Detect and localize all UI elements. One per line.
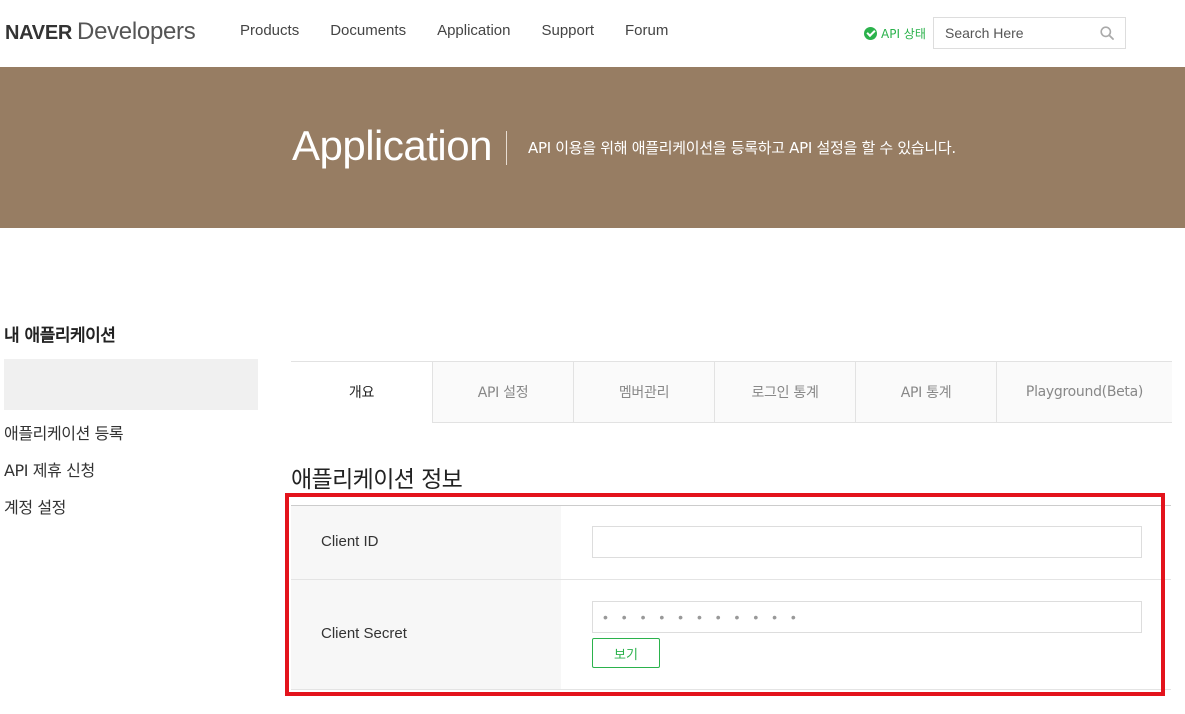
client-secret-label-cell: Client Secret bbox=[291, 580, 561, 689]
nav-products[interactable]: Products bbox=[240, 22, 299, 39]
search-input[interactable] bbox=[934, 18, 1094, 48]
logo-developers-text: Developers bbox=[77, 18, 196, 45]
nav-forum[interactable]: Forum bbox=[625, 22, 668, 39]
page-banner: Application API 이용을 위해 애플리케이션을 등록하고 API … bbox=[0, 67, 1185, 228]
show-secret-button[interactable]: 보기 bbox=[592, 638, 660, 668]
tab-overview[interactable]: 개요 bbox=[291, 362, 432, 423]
nav-documents[interactable]: Documents bbox=[330, 22, 406, 39]
sidebar-title: 내 애플리케이션 bbox=[4, 326, 116, 346]
sidebar-item-account-settings[interactable]: 계정 설정 bbox=[4, 497, 123, 534]
sidebar-item-api-partnership[interactable]: API 제휴 신청 bbox=[4, 460, 123, 497]
section-title: 애플리케이션 정보 bbox=[291, 467, 463, 493]
client-secret-row: Client Secret 보기 bbox=[291, 580, 1171, 690]
logo-naver-text: NAVER bbox=[5, 22, 73, 44]
banner-description: API 이용을 위해 애플리케이션을 등록하고 API 설정을 할 수 있습니다… bbox=[528, 139, 956, 157]
nav-application[interactable]: Application bbox=[437, 22, 510, 39]
client-secret-label: Client Secret bbox=[321, 625, 407, 642]
naver-developers-logo[interactable]: NAVER Developers bbox=[5, 18, 196, 46]
sidebar-item-register-app[interactable]: 애플리케이션 등록 bbox=[4, 423, 124, 460]
app-tabs: 개요 API 설정 멤버관리 로그인 통계 API 통계 Playground(… bbox=[291, 361, 1172, 423]
api-status-label: API 상태 bbox=[881, 27, 926, 41]
nav-support[interactable]: Support bbox=[541, 22, 594, 39]
tab-member-management[interactable]: 멤버관리 bbox=[573, 362, 714, 422]
banner-divider bbox=[506, 131, 507, 165]
tab-api-settings[interactable]: API 설정 bbox=[432, 362, 573, 422]
check-circle-icon bbox=[864, 27, 877, 40]
client-id-label-cell: Client ID bbox=[291, 506, 561, 579]
app-info-table: Client ID Client Secret 보기 bbox=[291, 505, 1171, 690]
top-header: NAVER Developers Products Documents Appl… bbox=[0, 0, 1185, 67]
sidebar-menu: 애플리케이션 등록 API 제휴 신청 계정 설정 bbox=[4, 423, 124, 534]
page-title: Application bbox=[292, 122, 492, 169]
client-secret-field[interactable] bbox=[592, 601, 1142, 633]
tab-playground[interactable]: Playground(Beta) bbox=[996, 362, 1172, 422]
main-nav: Products Documents Application Support F… bbox=[240, 22, 699, 39]
search-icon[interactable] bbox=[1100, 26, 1114, 40]
client-id-label: Client ID bbox=[321, 533, 379, 550]
client-id-row: Client ID bbox=[291, 506, 1171, 580]
client-id-field[interactable] bbox=[592, 526, 1142, 558]
sidebar-app-list[interactable] bbox=[4, 359, 258, 410]
tab-login-stats[interactable]: 로그인 통계 bbox=[714, 362, 855, 422]
search-box bbox=[933, 17, 1126, 49]
api-status-link[interactable]: API 상태 bbox=[864, 25, 926, 42]
tab-api-stats[interactable]: API 통계 bbox=[855, 362, 996, 422]
